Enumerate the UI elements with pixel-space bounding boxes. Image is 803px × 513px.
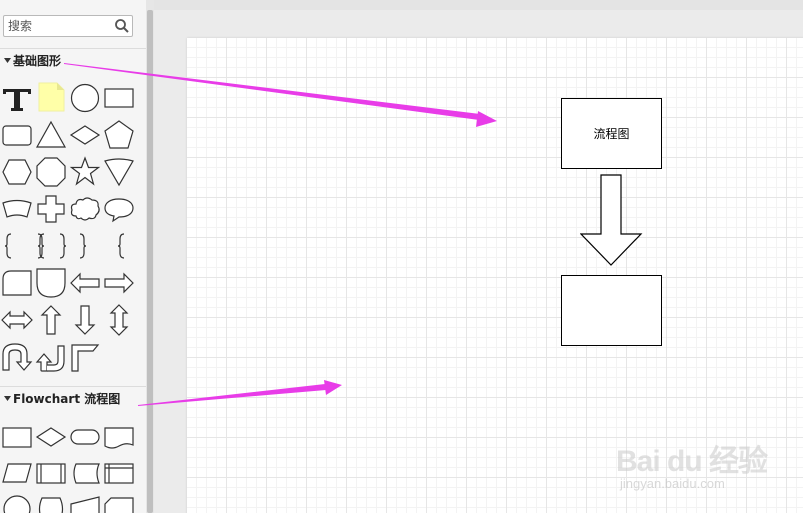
double-brace-icon[interactable] <box>34 229 68 263</box>
diagram-editor: 基础图形 <box>0 0 803 513</box>
stored-data-icon[interactable] <box>68 456 102 490</box>
shape-library-sidebar: 基础图形 <box>0 0 146 513</box>
curved-banner-icon[interactable] <box>0 192 34 226</box>
down-block-arrow[interactable] <box>579 174 644 274</box>
star-icon[interactable] <box>68 155 102 189</box>
internal-storage-icon[interactable] <box>102 456 136 490</box>
sidebar-scrollbar-thumb[interactable] <box>147 10 153 513</box>
collapse-triangle-icon <box>0 396 14 401</box>
direct-data-icon[interactable] <box>34 492 68 513</box>
canvas-top-strip <box>154 0 803 10</box>
section-basic-shapes-label: 基础图形 <box>13 54 62 68</box>
hexagon-icon[interactable] <box>0 155 34 189</box>
process-icon[interactable] <box>0 420 34 454</box>
collapse-triangle-icon <box>0 58 14 63</box>
corner-arrow-icon[interactable] <box>68 340 102 374</box>
speech-bubble-icon[interactable] <box>102 192 136 226</box>
u-turn-up-icon[interactable] <box>34 340 68 374</box>
left-arrow-icon[interactable] <box>68 266 102 300</box>
up-down-arrow-icon[interactable] <box>102 303 136 337</box>
data-icon[interactable] <box>0 456 34 490</box>
search-icon[interactable] <box>114 18 130 34</box>
up-arrow-icon[interactable] <box>34 303 68 337</box>
diagram-page[interactable]: 流程图 <box>187 38 803 513</box>
rounded-tab-icon[interactable] <box>0 266 34 300</box>
flowchart-box-top[interactable]: 流程图 <box>561 98 662 169</box>
flowchart-box-bottom[interactable] <box>561 275 662 346</box>
octagon-icon[interactable] <box>34 155 68 189</box>
card-icon[interactable] <box>102 492 136 513</box>
note-icon[interactable] <box>34 80 68 114</box>
funnel-icon[interactable] <box>102 155 136 189</box>
terminator-icon[interactable] <box>68 420 102 454</box>
predefined-process-icon[interactable] <box>34 456 68 490</box>
left-right-arrow-icon[interactable] <box>0 303 34 337</box>
rounded-rectangle-icon[interactable] <box>0 118 34 152</box>
section-flowchart-label: Flowchart 流程图 <box>13 392 121 406</box>
circle-icon[interactable] <box>68 80 102 114</box>
triangle-icon[interactable] <box>34 118 68 152</box>
decision-icon[interactable] <box>34 420 68 454</box>
section-flowchart[interactable]: Flowchart 流程图 <box>0 386 146 410</box>
curly-brace-icon[interactable] <box>102 229 136 263</box>
cloud-icon[interactable] <box>68 192 102 226</box>
diamond-icon[interactable] <box>68 118 102 152</box>
cross-icon[interactable] <box>34 192 68 226</box>
flowchart-box-top-label: 流程图 <box>593 127 630 141</box>
right-brace-icon[interactable] <box>68 229 102 263</box>
rectangle-icon[interactable] <box>102 80 136 114</box>
left-brace-icon[interactable] <box>0 229 34 263</box>
section-basic-shapes[interactable]: 基础图形 <box>0 48 146 72</box>
connector-icon[interactable] <box>0 492 34 513</box>
u-turn-down-icon[interactable] <box>0 340 34 374</box>
leaf-shape-icon[interactable] <box>34 266 68 300</box>
down-arrow-icon[interactable] <box>68 303 102 337</box>
text-icon[interactable] <box>0 80 34 114</box>
manual-input-icon[interactable] <box>68 492 102 513</box>
search-input[interactable] <box>6 17 118 35</box>
canvas-area[interactable]: 流程图 <box>154 0 803 513</box>
search-box[interactable] <box>3 15 133 37</box>
right-arrow-icon[interactable] <box>102 266 136 300</box>
document-icon[interactable] <box>102 420 136 454</box>
pentagon-icon[interactable] <box>102 118 136 152</box>
